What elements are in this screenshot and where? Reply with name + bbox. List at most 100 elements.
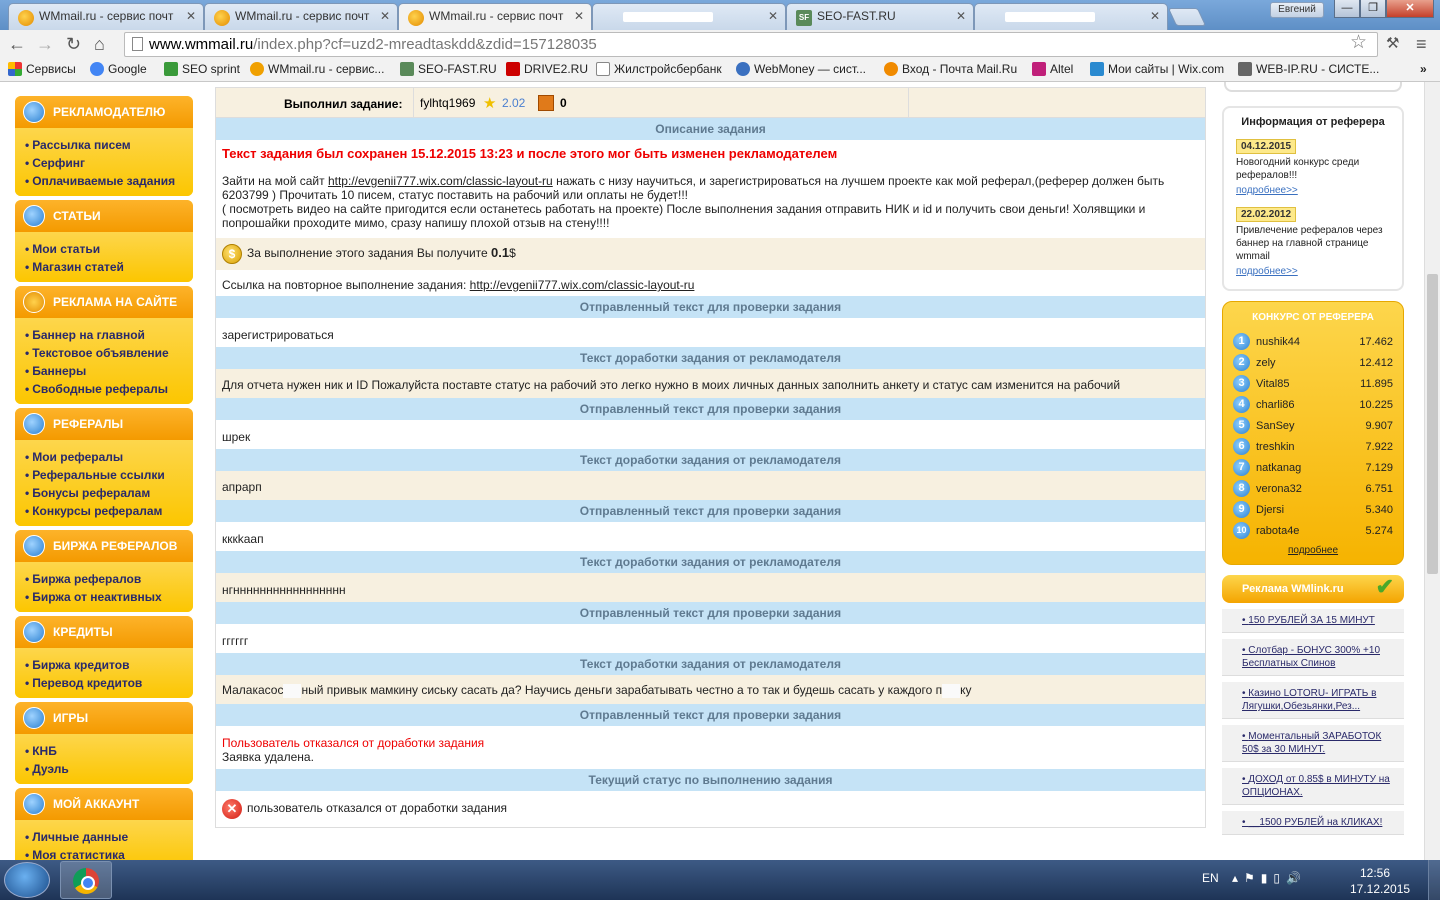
browser-tab[interactable]: ✕ <box>974 3 1168 30</box>
users-icon <box>23 413 45 435</box>
tab-close-icon[interactable]: ✕ <box>574 9 584 23</box>
bookmark-seosprint[interactable]: SEO sprint <box>164 62 240 76</box>
contest-more-link[interactable]: подробнее <box>1233 545 1393 556</box>
tab-close-icon[interactable]: ✕ <box>186 9 196 23</box>
reload-icon[interactable]: ↻ <box>66 33 81 55</box>
home-icon[interactable]: ⌂ <box>94 33 105 55</box>
tab-close-icon[interactable]: ✕ <box>956 9 966 23</box>
account-icon <box>23 793 45 815</box>
bookmark-webmoney[interactable]: WebMoney — сист... <box>736 62 866 76</box>
reward-row: $ За выполнение этого задания Вы получите… <box>216 238 1205 270</box>
sidebar-item-free-referrals[interactable]: Свободные рефералы <box>25 380 185 398</box>
sidebar-item-referral-exchange[interactable]: Биржа рефералов <box>25 570 185 588</box>
extension-icon[interactable]: ⚒ <box>1386 33 1399 55</box>
bookmark-webip[interactable]: WEB-IP.RU - СИСТЕ... <box>1238 62 1379 76</box>
tab-close-icon[interactable]: ✕ <box>380 9 390 23</box>
section-header-edit: Текст доработки задания от рекламодателя <box>216 551 1205 573</box>
browser-tab[interactable]: WMmail.ru - сервис почт ✕ <box>8 3 204 30</box>
window-close-button[interactable]: ✕ <box>1386 0 1434 18</box>
sidebar-item-my-stats[interactable]: Моя статистика <box>25 846 185 860</box>
bookmark-apps[interactable]: Сервисы <box>8 62 76 76</box>
sidebar-item-surfing[interactable]: Серфинг <box>25 154 185 172</box>
browser-tab[interactable]: WMmail.ru - сервис почт ✕ <box>204 3 398 30</box>
address-bar[interactable]: www.wmmail.ru/index.php?cf=uzd2-mreadtas… <box>124 32 1378 57</box>
sidebar-item-my-articles[interactable]: Мои статьи <box>25 240 185 258</box>
ad-link[interactable]: • Казино LOTORU- ИГРАТЬ в Лягушки,Обезья… <box>1222 682 1404 719</box>
ad-link[interactable]: • Моментальный ЗАРАБОТОК 50$ за 30 МИНУТ… <box>1222 725 1404 762</box>
sidebar-item-my-referrals[interactable]: Мои рефералы <box>25 448 185 466</box>
browser-tab-active[interactable]: WMmail.ru - сервис почт ✕ <box>398 3 592 30</box>
sidebar-item-rps[interactable]: КНБ <box>25 742 185 760</box>
sidebar-item-referral-links[interactable]: Реферальные ссылки <box>25 466 185 484</box>
sidebar-item-paid-tasks[interactable]: Оплачиваемые задания <box>25 172 185 190</box>
scrollbar-thumb[interactable] <box>1427 274 1438 574</box>
sidebar-item-credit-transfer[interactable]: Перевод кредитов <box>25 674 185 692</box>
task-site-link[interactable]: http://evgenii777.wix.com/classic-layout… <box>328 174 553 188</box>
contest-row: 2 zely 12.412 <box>1233 352 1393 373</box>
apps-icon <box>8 62 22 76</box>
news-more-link[interactable]: подробнее>> <box>1236 185 1298 196</box>
sidebar-item-article-shop[interactable]: Магазин статей <box>25 258 185 276</box>
bookmark-wix[interactable]: Мои сайты | Wix.com <box>1090 62 1224 76</box>
credit-icon <box>23 621 45 643</box>
browser-tab[interactable]: ✕ <box>592 3 786 30</box>
taskbar-chrome-button[interactable] <box>60 861 112 899</box>
maximize-button[interactable]: ❐ <box>1360 0 1386 18</box>
sidebar-item-duel[interactable]: Дуэль <box>25 760 185 778</box>
news-more-link[interactable]: подробнее>> <box>1236 266 1298 277</box>
sidebar-section-referral-exchange: БИРЖА РЕФЕРАЛОВ Биржа рефералов Биржа от… <box>15 530 193 612</box>
language-indicator[interactable]: EN <box>1202 871 1219 885</box>
ad-link[interactable]: • 150 РУБЛЕЙ ЗА 15 МИНУТ <box>1222 609 1404 633</box>
tab-title: WMmail.ru - сервис почт <box>39 9 174 23</box>
sidebar-item-inactive-exchange[interactable]: Биржа от неактивных <box>25 588 185 606</box>
profile-button[interactable]: Евгений <box>1270 2 1324 18</box>
clock[interactable]: 12:56 17.12.2015 <box>1350 865 1410 897</box>
repeat-link[interactable]: http://evgenii777.wix.com/classic-layout… <box>470 278 695 292</box>
sidebar-item-referral-contests[interactable]: Конкурсы рефералам <box>25 502 185 520</box>
bookmarks-more[interactable]: » <box>1420 62 1427 76</box>
tab-close-icon[interactable]: ✕ <box>1150 9 1160 23</box>
bookmark-mailru[interactable]: Вход - Почта Mail.Ru <box>884 62 1017 76</box>
system-tray-icons[interactable]: ▴⚑▮▯🔊 <box>1232 871 1307 885</box>
start-button[interactable] <box>4 862 50 898</box>
forward-arrow-icon[interactable]: → <box>36 33 54 55</box>
new-tab-button[interactable] <box>1167 8 1207 26</box>
ad-link[interactable]: • Слотбар - БОНУС 300% +10 Бесплатных Сп… <box>1222 639 1404 676</box>
browser-tab[interactable]: SF SEO-FAST.RU ✕ <box>786 3 974 30</box>
back-arrow-icon[interactable]: ← <box>8 33 26 55</box>
sidebar-item-personal-data[interactable]: Личные данные <box>25 828 185 846</box>
bookmark-drive2[interactable]: DRIVE2.RU <box>506 62 588 76</box>
page-scrollbar[interactable] <box>1424 82 1440 860</box>
bookmark-altel[interactable]: Altel <box>1032 62 1073 76</box>
section-header-sent: Отправленный текст для проверки задания <box>216 296 1205 318</box>
reward-value: 0.1 <box>491 245 510 261</box>
ad-link[interactable]: • __1500 РУБЛЕЙ на КЛИКАХ! <box>1222 811 1404 835</box>
contest-title: КОНКУРС ОТ РЕФЕРЕРА <box>1252 312 1374 323</box>
chest-icon <box>538 95 554 111</box>
bookmark-zhilstroy[interactable]: Жилстройсбербанк <box>596 62 722 76</box>
cancel-icon: ✕ <box>222 799 242 819</box>
contest-row: 9 Djersi 5.340 <box>1233 499 1393 520</box>
sidebar-item-referral-bonuses[interactable]: Бонусы рефералам <box>25 484 185 502</box>
sidebar-item-text-ad[interactable]: Текстовое объявление <box>25 344 185 362</box>
tab-close-icon[interactable]: ✕ <box>768 9 778 23</box>
bookmark-google[interactable]: Google <box>90 62 147 76</box>
browser-toolbar: ← → ↻ ⌂ www.wmmail.ru/index.php?cf=uzd2-… <box>0 30 1440 58</box>
news-text: Привлечение рефералов через баннер на гл… <box>1236 225 1383 262</box>
ad-link[interactable]: • ДОХОД от 0.85$ в МИНУТУ на ОПЦИОНАХ. <box>1222 768 1404 805</box>
menu-icon[interactable]: ≡ <box>1416 33 1427 55</box>
section-header-edit: Текст доработки задания от рекламодателя <box>216 449 1205 471</box>
sidebar-item-banners[interactable]: Баннеры <box>25 362 185 380</box>
bookmark-seofast[interactable]: SEO-FAST.RU <box>400 62 497 76</box>
sidebar-item-credit-exchange[interactable]: Биржа кредитов <box>25 656 185 674</box>
minimize-button[interactable]: — <box>1334 0 1360 18</box>
wmmail-favicon-icon <box>408 10 424 26</box>
sidebar-item-mailing[interactable]: Рассылка писем <box>25 136 185 154</box>
show-desktop-button[interactable] <box>1428 860 1440 900</box>
sidebar-item-main-banner[interactable]: Баннер на главной <box>25 326 185 344</box>
description-line-2: ( посмотреть видео на сайте пригодится е… <box>222 202 1146 230</box>
bookmark-star-icon[interactable]: ☆ <box>1350 31 1367 54</box>
bookmark-wmmail[interactable]: WMmail.ru - сервис... <box>250 62 384 76</box>
exchange-text: нгннннннннннннннннн <box>216 573 1205 602</box>
performer-name[interactable]: fylhtq1969 <box>420 96 475 110</box>
